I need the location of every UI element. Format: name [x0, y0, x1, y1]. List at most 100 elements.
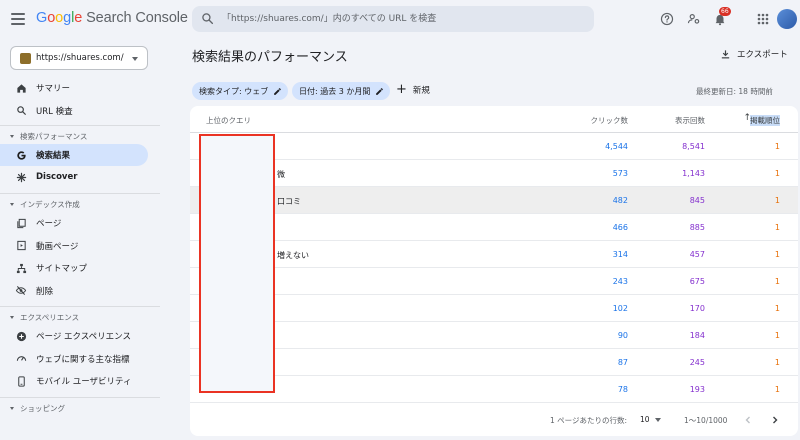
sidebar: https://shuares.com/ サマリー URL 検査検索パフォーマンス… — [0, 38, 160, 440]
notifications-icon[interactable]: 66 — [711, 7, 731, 28]
sidebar-section-title: インデックス作成 — [20, 200, 80, 209]
position-cell: 1 — [774, 277, 780, 286]
clicks-cell: 102 — [612, 304, 628, 313]
next-page-icon[interactable] — [767, 412, 783, 428]
search-input[interactable] — [222, 10, 582, 28]
query-cell: 微 — [277, 170, 285, 179]
position-cell: 1 — [774, 142, 780, 151]
user-settings-icon[interactable] — [685, 10, 703, 28]
download-icon — [721, 49, 730, 58]
header-clicks[interactable]: クリック数 — [591, 115, 629, 126]
sidebar-item[interactable]: ウェブに関する主な指標 — [0, 348, 148, 370]
sidebar-divider — [0, 396, 160, 398]
last-updated: 最終更新日: 18 時間前 — [696, 87, 773, 96]
sidebar-item[interactable]: サマリー — [0, 77, 148, 99]
query-cell: 口コミ — [277, 197, 301, 206]
clicks-cell: 90 — [617, 331, 628, 340]
logo-google: Google — [36, 10, 82, 26]
table-row[interactable]: 87 245 1 — [190, 349, 798, 376]
sidebar-item[interactable]: Discover — [0, 167, 148, 189]
logo-product: Search Console — [82, 10, 188, 26]
table-row[interactable]: 102 170 1 — [190, 295, 798, 322]
menu-icon[interactable] — [10, 11, 26, 27]
sidebar-item[interactable]: 動画ページ — [0, 235, 148, 257]
sitemap-icon — [15, 262, 27, 274]
table-row[interactable]: 微 573 1,143 1 — [190, 160, 798, 187]
caret-down-icon — [10, 135, 14, 138]
impressions-cell: 193 — [689, 385, 705, 394]
sidebar-item[interactable]: 検索結果 — [0, 144, 148, 166]
sidebar-item[interactable]: ページ — [0, 212, 148, 234]
filter-chip-label: 検索タイプ: ウェブ — [199, 86, 269, 96]
asterisk-icon — [15, 172, 27, 184]
new-filter-label: 新規 — [412, 86, 430, 96]
table-row[interactable]: 増えない 314 457 1 — [190, 241, 798, 268]
sidebar-item-label: サマリー — [36, 84, 71, 94]
plus-icon: + — [396, 82, 407, 97]
table-row[interactable]: 78 193 1 — [190, 376, 798, 403]
sidebar-item-label: ウェブに関する主な指標 — [36, 354, 130, 365]
sidebar-item-label: ページ エクスペリエンス — [36, 332, 132, 342]
table-row[interactable]: 4,544 8,541 1 — [190, 133, 798, 160]
filter-chip-label: 日付: 過去 3 か月間 — [299, 86, 371, 96]
table-row[interactable]: 466 885 1 — [190, 214, 798, 241]
account-avatar[interactable] — [777, 9, 797, 29]
sidebar-item[interactable]: URL 検査 — [0, 100, 148, 122]
clicks-cell: 573 — [612, 169, 628, 178]
filter-chip-search-type[interactable]: 検索タイプ: ウェブ — [192, 82, 289, 100]
sidebar-item[interactable]: ページ エクスペリエンス — [0, 325, 148, 347]
header-position[interactable]: 掲載順位 — [750, 115, 780, 126]
new-filter-button[interactable]: + 新規 — [396, 82, 430, 97]
sidebar-section-header[interactable]: エクスペリエンス — [10, 312, 79, 323]
property-url: https://shuares.com/ — [36, 53, 124, 63]
rows-per-page-select[interactable]: 10 — [640, 415, 650, 424]
position-cell: 1 — [774, 250, 780, 259]
sidebar-section-title: 検索パフォーマンス — [20, 132, 88, 141]
impressions-cell: 184 — [689, 331, 705, 340]
impressions-cell: 457 — [689, 250, 705, 259]
table-row[interactable]: 243 675 1 — [190, 268, 798, 295]
caret-down-icon[interactable] — [655, 418, 661, 422]
impressions-cell: 1,143 — [682, 169, 705, 178]
sidebar-item-label: サイトマップ — [36, 264, 88, 274]
impressions-cell: 245 — [689, 358, 705, 367]
caret-down-icon — [10, 203, 14, 206]
sidebar-divider — [0, 306, 160, 307]
search-icon — [202, 13, 214, 25]
logo-letter: g — [63, 10, 72, 26]
top-bar: Google Search Console 66 — [0, 0, 800, 38]
sidebar-section-header[interactable]: 検索パフォーマンス — [10, 131, 87, 142]
sidebar-item[interactable]: 削除 — [0, 280, 148, 302]
home-icon — [15, 82, 27, 94]
filter-chip-date[interactable]: 日付: 過去 3 か月間 — [292, 82, 391, 100]
export-button[interactable]: エクスポート — [720, 48, 788, 60]
sidebar-item[interactable]: モバイル ユーザビリティ — [0, 370, 148, 392]
search-bar[interactable] — [192, 6, 594, 32]
table-row[interactable]: 口コミ 482 845 1 — [190, 187, 798, 214]
clicks-cell: 314 — [612, 250, 628, 259]
app-logo[interactable]: Google Search Console — [36, 10, 188, 26]
edit-pencil-icon — [376, 87, 384, 95]
header-impressions[interactable]: 表示回数 — [675, 115, 705, 126]
edit-pencil-icon — [274, 87, 282, 95]
apps-grid-icon[interactable] — [754, 10, 772, 28]
position-cell: 1 — [774, 223, 780, 232]
clicks-cell: 466 — [612, 223, 628, 232]
sidebar-divider — [0, 193, 160, 194]
sidebar-item-label: 削除 — [36, 286, 54, 297]
caret-down-icon — [10, 406, 14, 410]
table-row[interactable]: 90 184 1 — [190, 322, 798, 349]
sidebar-item-label: モバイル ユーザビリティ — [36, 377, 132, 387]
help-icon[interactable] — [658, 10, 676, 28]
sidebar-item[interactable]: サイトマップ — [0, 257, 148, 279]
clicks-cell: 78 — [617, 385, 628, 394]
sidebar-section-header[interactable]: インデックス作成 — [10, 199, 80, 210]
property-selector[interactable]: https://shuares.com/ — [10, 46, 148, 70]
query-cell: 増えない — [277, 251, 309, 260]
header-query[interactable]: 上位のクエリ — [206, 115, 251, 126]
prev-page-icon[interactable] — [740, 412, 756, 428]
sidebar-section-header[interactable]: ショッピング — [10, 403, 65, 414]
impressions-cell: 845 — [689, 196, 705, 205]
caret-down-icon — [132, 57, 138, 61]
impressions-cell: 675 — [689, 277, 705, 286]
